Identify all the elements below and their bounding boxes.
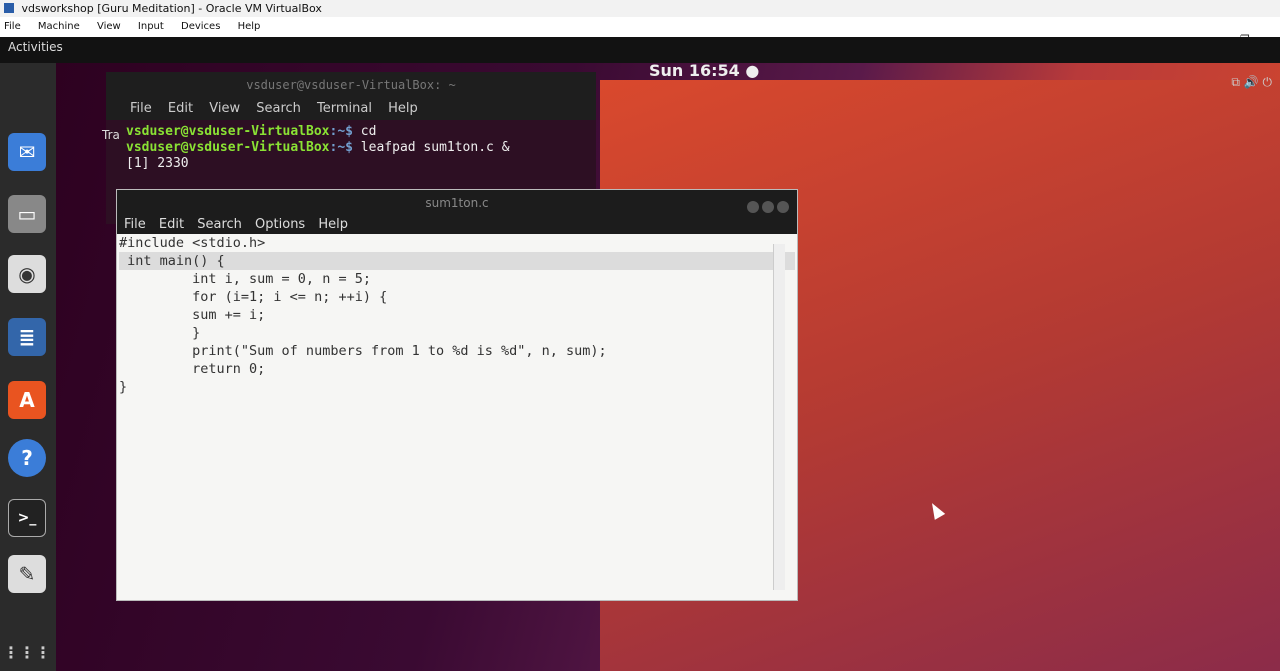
editor-menubar: File Edit Search Options Help: [117, 216, 797, 234]
files-icon[interactable]: ▭: [8, 195, 46, 233]
editor-menu-file[interactable]: File: [124, 217, 146, 232]
terminal-menubar: File Edit View Search Terminal Help: [106, 98, 596, 120]
editor-menu-help[interactable]: Help: [318, 217, 348, 232]
menu-help[interactable]: Help: [238, 21, 261, 32]
terminal-icon[interactable]: >_: [8, 499, 46, 537]
text-editor-icon[interactable]: ✎: [8, 555, 46, 593]
terminal-output[interactable]: vsduser@vsduser-VirtualBox:~$ cd vsduser…: [106, 120, 596, 176]
terminal-menu-search[interactable]: Search: [256, 101, 301, 116]
menu-input[interactable]: Input: [138, 21, 164, 32]
clock[interactable]: Sun 16:54 ●: [649, 61, 759, 80]
virtualbox-app-icon: [4, 3, 14, 13]
terminal-title: vsduser@vsduser-VirtualBox: ~: [106, 72, 596, 98]
writer-icon[interactable]: ≣: [8, 318, 46, 356]
menu-machine[interactable]: Machine: [38, 21, 80, 32]
terminal-line: vsduser@vsduser-VirtualBox:~$ leafpad su…: [126, 140, 510, 155]
help-icon[interactable]: ?: [8, 439, 46, 477]
code-line: int main() {: [119, 252, 795, 270]
gnome-topbar: Activities: [0, 37, 1280, 63]
activities-button[interactable]: Activities: [8, 40, 63, 54]
menu-devices[interactable]: Devices: [181, 21, 220, 32]
rhythmbox-icon[interactable]: ◉: [8, 255, 46, 293]
code-line: return 0;: [119, 361, 266, 377]
editor-menu-options[interactable]: Options: [255, 217, 305, 232]
terminal-line: [1] 2330: [126, 156, 189, 171]
virtualbox-menubar: File Machine View Input Devices Help: [0, 17, 1280, 37]
code-line: sum += i;: [119, 307, 266, 323]
terminal-menu-file[interactable]: File: [130, 101, 152, 116]
code-line: print("Sum of numbers from 1 to %d is %d…: [119, 343, 607, 359]
editor-menu-search[interactable]: Search: [197, 217, 242, 232]
editor-scrollbar[interactable]: [773, 244, 785, 590]
guest-screen: Activities Sun 16:54 ● ⧉ 🔊 ⏻ ✉ ▭ ◉ ≣ A ?…: [0, 37, 1280, 671]
code-line: int i, sum = 0, n = 5;: [119, 271, 371, 287]
terminal-menu-view[interactable]: View: [209, 101, 240, 116]
dock: ✉ ▭ ◉ ≣ A ? >_ ✎ ⋮⋮⋮: [0, 63, 56, 671]
software-center-icon[interactable]: A: [8, 381, 46, 419]
code-line: }: [119, 379, 128, 395]
thunderbird-icon[interactable]: ✉: [8, 133, 46, 171]
terminal-line: vsduser@vsduser-VirtualBox:~$ cd: [126, 124, 377, 139]
terminal-menu-terminal[interactable]: Terminal: [317, 101, 372, 116]
trash-desktop-label[interactable]: Tra: [102, 128, 120, 142]
menu-view[interactable]: View: [97, 21, 121, 32]
terminal-menu-edit[interactable]: Edit: [168, 101, 193, 116]
code-line: #include <stdio.h>: [119, 235, 266, 251]
leafpad-window[interactable]: sum1ton.c File Edit Search Options Help …: [116, 189, 798, 601]
window-title: vdsworkshop [Guru Meditation] - Oracle V…: [21, 2, 322, 15]
terminal-menu-help[interactable]: Help: [388, 101, 418, 116]
menu-file[interactable]: File: [4, 21, 21, 32]
code-line: for (i=1; i <= n; ++i) {: [119, 289, 388, 305]
editor-text-area[interactable]: #include <stdio.h> int main() { int i, s…: [117, 234, 797, 600]
window-controls[interactable]: [744, 196, 789, 222]
editor-title: sum1ton.c: [117, 190, 797, 216]
virtualbox-titlebar: vdsworkshop [Guru Meditation] - Oracle V…: [0, 0, 1280, 17]
system-tray-icons[interactable]: ⧉ 🔊 ⏻: [1231, 75, 1272, 90]
editor-menu-edit[interactable]: Edit: [159, 217, 184, 232]
show-apps-icon[interactable]: ⋮⋮⋮: [3, 633, 51, 671]
code-line: }: [119, 325, 201, 341]
